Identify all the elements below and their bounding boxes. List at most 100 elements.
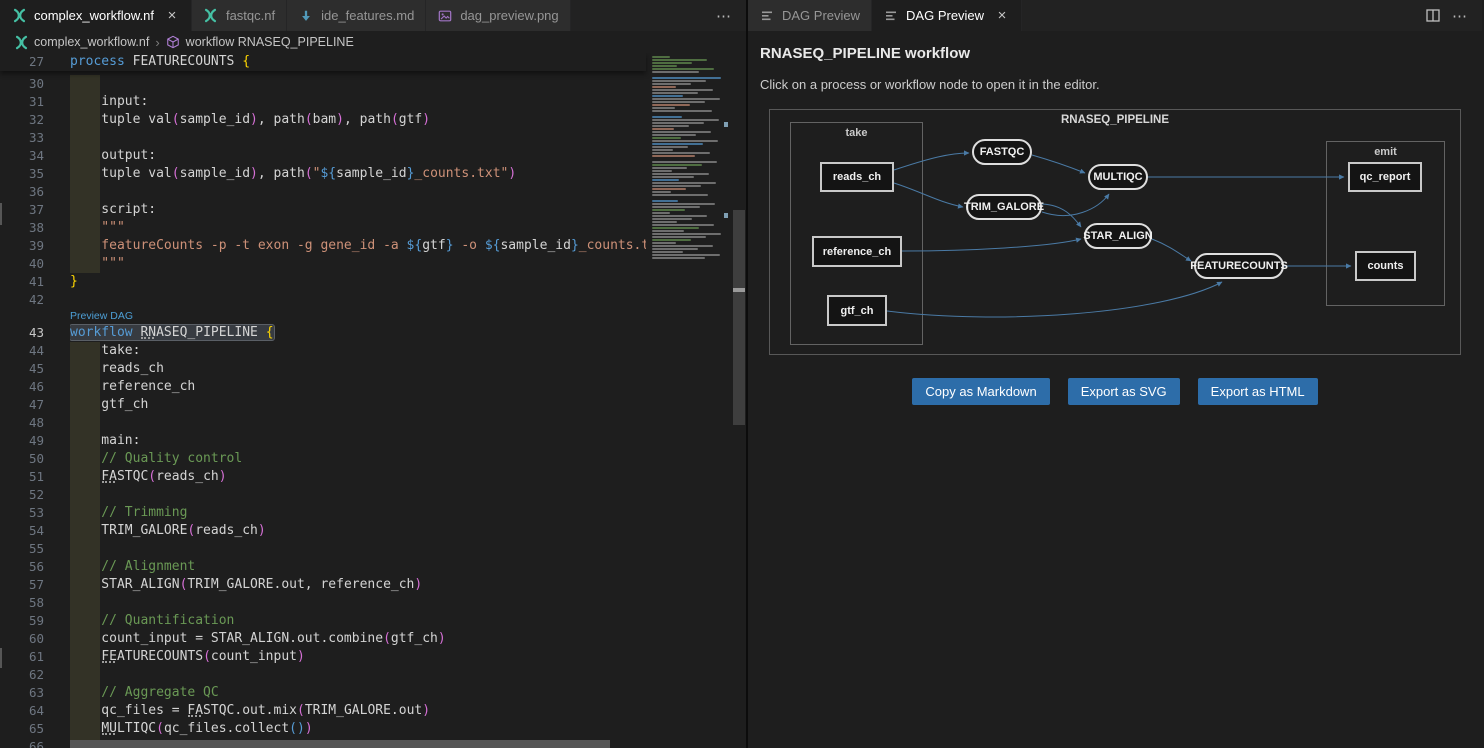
code-line-33[interactable]: 33 [0,129,646,147]
code-line-59[interactable]: 59 // Quantification [0,612,646,630]
code-line-53[interactable]: 53 // Trimming [0,504,646,522]
code-token: _counts.txt [579,238,646,253]
code-editor[interactable]: 3031 input:32 tuple val(sample_id), path… [0,53,746,748]
breadcrumb-symbol[interactable]: workflow RNASEQ_PIPELINE [186,35,354,49]
dag-node-counts[interactable]: counts [1355,251,1416,281]
dag-node-FEATURECOUNTS[interactable]: FEATURECOUNTS [1194,253,1284,279]
code-line-34[interactable]: 34 output: [0,147,646,165]
line-number: 43 [0,324,44,342]
code-line-54[interactable]: 54 TRIM_GALORE(reads_ch) [0,522,646,540]
code-line-36[interactable]: 36 [0,183,646,201]
line-number: 42 [0,291,44,309]
dag-node-reference_ch[interactable]: reference_ch [812,236,902,267]
sticky-scroll-line[interactable]: 27process FEATURECOUNTS { [0,53,646,71]
tab-left-dag-preview-png-3[interactable]: dag_preview.png [426,0,570,31]
minimap-line [652,245,713,247]
dag-node-STAR_ALIGN[interactable]: STAR_ALIGN [1084,223,1152,249]
horizontal-scrollbar[interactable] [0,740,646,748]
horizontal-scrollbar-thumb[interactable] [70,740,610,748]
minimap-line [652,80,706,82]
dag-node-reads_ch[interactable]: reads_ch [820,162,894,192]
code-line-57[interactable]: 57 STAR_ALIGN(TRIM_GALORE.out, reference… [0,576,646,594]
minimap-line [652,254,720,256]
export-as-svg-button[interactable]: Export as SVG [1068,378,1180,405]
export-as-html-button[interactable]: Export as HTML [1198,378,1318,405]
code-line-35[interactable]: 35 tuple val(sample_id), path("${sample_… [0,165,646,183]
tab-left-fastqc-nf-1[interactable]: fastqc.nf [192,0,287,31]
markdown-icon [298,8,314,24]
tab-right-dag-preview-1[interactable]: DAG Preview× [872,0,1022,31]
dag-node-MULTIQC[interactable]: MULTIQC [1088,164,1148,190]
dag-node-label: FEATURECOUNTS [1190,260,1288,272]
code-line-43[interactable]: 43workflow RNASEQ_PIPELINE { [0,324,646,342]
code-line-45[interactable]: 45 reads_ch [0,360,646,378]
breadcrumb[interactable]: complex_workflow.nf › workflow RNASEQ_PI… [0,31,746,53]
code-line-61[interactable]: 61 FEATURECOUNTS(count_input) [0,648,646,666]
copy-as-markdown-button[interactable]: Copy as Markdown [912,378,1049,405]
tab-left-complex-workflow-nf-0[interactable]: complex_workflow.nf× [0,0,192,31]
dag-node-qc_report[interactable]: qc_report [1348,162,1422,192]
line-number: 48 [0,414,44,432]
line-number: 59 [0,612,44,630]
line-number: 41 [0,273,44,291]
vertical-scrollbar[interactable] [732,53,746,748]
code-line-39[interactable]: 39 featureCounts -p -t exon -g gene_id -… [0,237,646,255]
code-line-52[interactable]: 52 [0,486,646,504]
line-number: 39 [0,237,44,255]
code-token: """ [70,256,125,271]
code-token: ( [383,631,391,646]
code-line-32[interactable]: 32 tuple val(sample_id), path(bam), path… [0,111,646,129]
close-icon[interactable]: × [994,7,1010,24]
codelens-preview-dag[interactable]: Preview DAG [0,309,646,324]
code-line-62[interactable]: 62 [0,666,646,684]
code-line-58[interactable]: 58 [0,594,646,612]
code-line-41[interactable]: 41} [0,273,646,291]
dag-edge-reads_ch-to-FASTQC [894,153,969,170]
line-number: 32 [0,111,44,129]
code-token: qc_files = [70,703,187,718]
minimap-line [652,152,710,154]
code-line-44[interactable]: 44 take: [0,342,646,360]
code-line-47[interactable]: 47 gtf_ch [0,396,646,414]
minimap-line [652,236,706,238]
code-line-46[interactable]: 46 reference_ch [0,378,646,396]
breadcrumb-file[interactable]: complex_workflow.nf [34,35,149,49]
code-text: """ [70,219,646,237]
code-line-60[interactable]: 60 count_input = STAR_ALIGN.out.combine(… [0,630,646,648]
more-actions-icon[interactable]: ⋯ [716,7,732,25]
split-editor-icon[interactable] [1426,9,1440,22]
code-line-30[interactable]: 30 [0,75,646,93]
dag-node-FASTQC[interactable]: FASTQC [972,139,1032,165]
code-line-38[interactable]: 38 """ [0,219,646,237]
code-token: reads_ch [70,361,164,376]
code-line-56[interactable]: 56 // Alignment [0,558,646,576]
code-token: sample_id [500,238,570,253]
more-actions-icon[interactable]: ⋯ [1452,7,1468,25]
dag-node-TRIM_GALORE[interactable]: TRIM_GALORE [966,194,1042,220]
code-line-55[interactable]: 55 [0,540,646,558]
code-line-51[interactable]: 51 FASTQC(reads_ch) [0,468,646,486]
dag-node-gtf_ch[interactable]: gtf_ch [827,295,887,326]
code-line-50[interactable]: 50 // Quality control [0,450,646,468]
code-line-49[interactable]: 49 main: [0,432,646,450]
code-line-42[interactable]: 42 [0,291,646,309]
code-line-65[interactable]: 65 MULTIQC(qc_files.collect()) [0,720,646,738]
code-line-37[interactable]: 37 script: [0,201,646,219]
code-line-64[interactable]: 64 qc_files = FASTQC.out.mix(TRIM_GALORE… [0,702,646,720]
code-token: ( [203,649,211,664]
minimap[interactable] [648,55,729,738]
code-line-31[interactable]: 31 input: [0,93,646,111]
tab-left-ide-features-md-2[interactable]: ide_features.md [287,0,426,31]
line-number: 46 [0,378,44,396]
code-text: TRIM_GALORE(reads_ch) [70,522,646,540]
code-line-40[interactable]: 40 """ [0,255,646,273]
code-line-48[interactable]: 48 [0,414,646,432]
dag-node-label: TRIM_GALORE [964,201,1044,213]
tab-right-dag-preview-0[interactable]: DAG Preview [748,0,872,31]
code-text: tuple val(sample_id), path(bam), path(gt… [70,111,646,129]
vertical-scrollbar-thumb[interactable] [733,210,745,425]
minimap-line [652,149,673,151]
code-line-63[interactable]: 63 // Aggregate QC [0,684,646,702]
minimap-line [652,68,714,70]
close-icon[interactable]: × [164,7,180,24]
